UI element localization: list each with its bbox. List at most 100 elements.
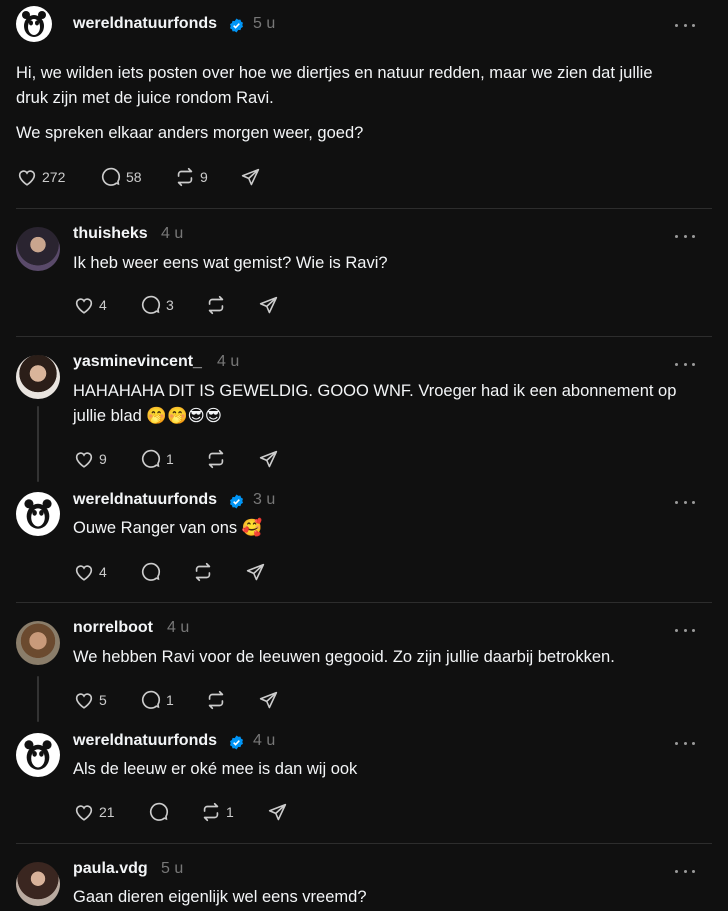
avatar-wereldnatuurfonds[interactable] [16, 6, 52, 42]
reply-1-like-count: 4 [99, 297, 107, 313]
reply-4-timestamp: 4 u [167, 619, 190, 636]
repost-icon [203, 802, 219, 822]
reply-4-repost-button[interactable] [205, 689, 227, 711]
post-like-count: 272 [42, 169, 66, 185]
reply-1-share-button[interactable] [258, 295, 279, 316]
verified-badge-icon [230, 735, 243, 750]
repost-icon [195, 562, 211, 582]
heart-icon [75, 565, 93, 581]
reply-5-timestamp: 4 u [253, 732, 276, 749]
reply-1-comment-button[interactable]: 3 [140, 294, 174, 316]
reply-6-more-icon[interactable] [675, 868, 695, 874]
reply-4-author[interactable]: norrelboot [73, 619, 153, 637]
reply-2-repost-button[interactable] [205, 448, 227, 470]
avatar-thuisheks[interactable] [16, 227, 60, 271]
reply-1-timestamp: 4 u [161, 225, 184, 242]
reply-3-comment-button[interactable] [140, 561, 162, 583]
reply-4-text: We hebben Ravi voor de leeuwen gegooid. … [73, 648, 615, 666]
reply-4-comment-count: 1 [166, 692, 174, 708]
repost-icon [208, 449, 224, 469]
reply-2-more-icon[interactable] [675, 361, 695, 367]
share-icon [259, 296, 278, 314]
reply-6-text: Gaan dieren eigenlijk wel eens vreemd? [73, 888, 367, 906]
post-text-paragraph-1: Hi, we wilden iets posten over hoe we di… [16, 64, 653, 107]
heart-icon [75, 693, 93, 709]
reply-2-text-line-2: jullie blad 🤭🤭😎😎 [73, 404, 222, 429]
reply-3-timestamp: 3 u [253, 491, 276, 508]
avatar-yasminevincent[interactable] [16, 355, 60, 399]
reply-5-comment-button[interactable] [148, 801, 170, 823]
avatar-wereldnatuurfonds[interactable] [16, 492, 60, 536]
reply-3-author[interactable]: wereldnatuurfonds [73, 491, 217, 509]
reply-5-repost-button[interactable]: 1 [200, 801, 234, 823]
reply-3-like-count: 4 [99, 564, 107, 580]
emoji-smiling-face-with-hearts: 🥰 [241, 519, 263, 537]
heart-icon [18, 170, 36, 186]
reply-3-share-button[interactable] [245, 562, 266, 583]
reply-3-more-icon[interactable] [675, 499, 695, 505]
comment-icon [101, 167, 121, 186]
wwf-panda-logo-icon [22, 11, 46, 37]
share-icon [259, 691, 278, 709]
reply-4-like-count: 5 [99, 692, 107, 708]
post-author[interactable]: wereldnatuurfonds [73, 15, 217, 33]
reply-6-author[interactable]: paula.vdg [73, 860, 148, 878]
verified-badge-icon [230, 18, 243, 33]
wwf-panda-logo-icon [24, 499, 52, 529]
reply-5-repost-count: 1 [226, 804, 234, 820]
reply-1-like-button[interactable]: 4 [73, 294, 107, 316]
thread-line [37, 676, 39, 722]
post-more-icon[interactable] [675, 22, 695, 28]
post-share-button[interactable] [240, 167, 261, 188]
post-comment-button[interactable]: 58 [100, 166, 142, 188]
avatar-wereldnatuurfonds[interactable] [16, 733, 60, 777]
post-repost-button[interactable]: 9 [174, 166, 208, 188]
reply-1-comment-count: 3 [166, 297, 174, 313]
share-icon [259, 450, 278, 468]
share-icon [246, 563, 265, 581]
reply-4-more-icon[interactable] [675, 627, 695, 633]
repost-icon [177, 167, 193, 187]
reply-2-share-button[interactable] [258, 449, 279, 470]
reply-5-like-button[interactable]: 21 [73, 801, 115, 823]
reply-5-share-button[interactable] [267, 802, 288, 823]
reply-1-repost-button[interactable] [205, 294, 227, 316]
divider [16, 843, 712, 844]
reply-2-author[interactable]: yasminevincent_ [73, 353, 202, 371]
reply-3-like-button[interactable]: 4 [73, 561, 107, 583]
wwf-panda-logo-icon [24, 740, 52, 770]
post-comment-count: 58 [126, 169, 142, 185]
emoji-hand-over-mouth: 🤭 [166, 407, 188, 425]
post-timestamp: 5 u [253, 15, 276, 32]
reply-2-text: HAHAHAHA DIT IS GEWELDIG. GOOO WNF. Vroe… [73, 382, 677, 400]
post-repost-count: 9 [200, 169, 208, 185]
comment-icon [141, 562, 161, 581]
reply-2-comment-count: 1 [166, 451, 174, 467]
reply-5-author[interactable]: wereldnatuurfonds [73, 732, 217, 750]
reply-5-more-icon[interactable] [675, 740, 695, 746]
reply-4-comment-button[interactable]: 1 [140, 689, 174, 711]
avatar-paula-vdg[interactable] [16, 862, 60, 906]
reply-5-like-count: 21 [99, 804, 115, 820]
reply-2-text-end: jullie blad [73, 407, 142, 425]
reply-2-comment-button[interactable]: 1 [140, 448, 174, 470]
divider [16, 336, 712, 337]
divider [16, 602, 712, 603]
emoji-hand-over-mouth: 🤭 [146, 407, 167, 425]
heart-icon [75, 298, 93, 314]
reply-2-like-button[interactable]: 9 [73, 448, 107, 470]
reply-3-repost-button[interactable] [192, 561, 214, 583]
reply-3-text: Ouwe Ranger van ons [73, 519, 238, 537]
thread-line [37, 406, 39, 482]
share-icon [268, 803, 287, 821]
reply-4-share-button[interactable] [258, 690, 279, 711]
reply-1-more-icon[interactable] [675, 233, 695, 239]
post-text-paragraph-2: We spreken elkaar anders morgen weer, go… [16, 124, 364, 142]
reply-2-like-count: 9 [99, 451, 107, 467]
reply-4-like-button[interactable]: 5 [73, 689, 107, 711]
post-like-button[interactable]: 272 [16, 166, 65, 188]
avatar-norrelboot[interactable] [16, 621, 60, 665]
heart-icon [75, 805, 93, 821]
reply-5-text: Als de leeuw er oké mee is dan wij ook [73, 760, 358, 778]
reply-1-author[interactable]: thuisheks [73, 225, 148, 243]
